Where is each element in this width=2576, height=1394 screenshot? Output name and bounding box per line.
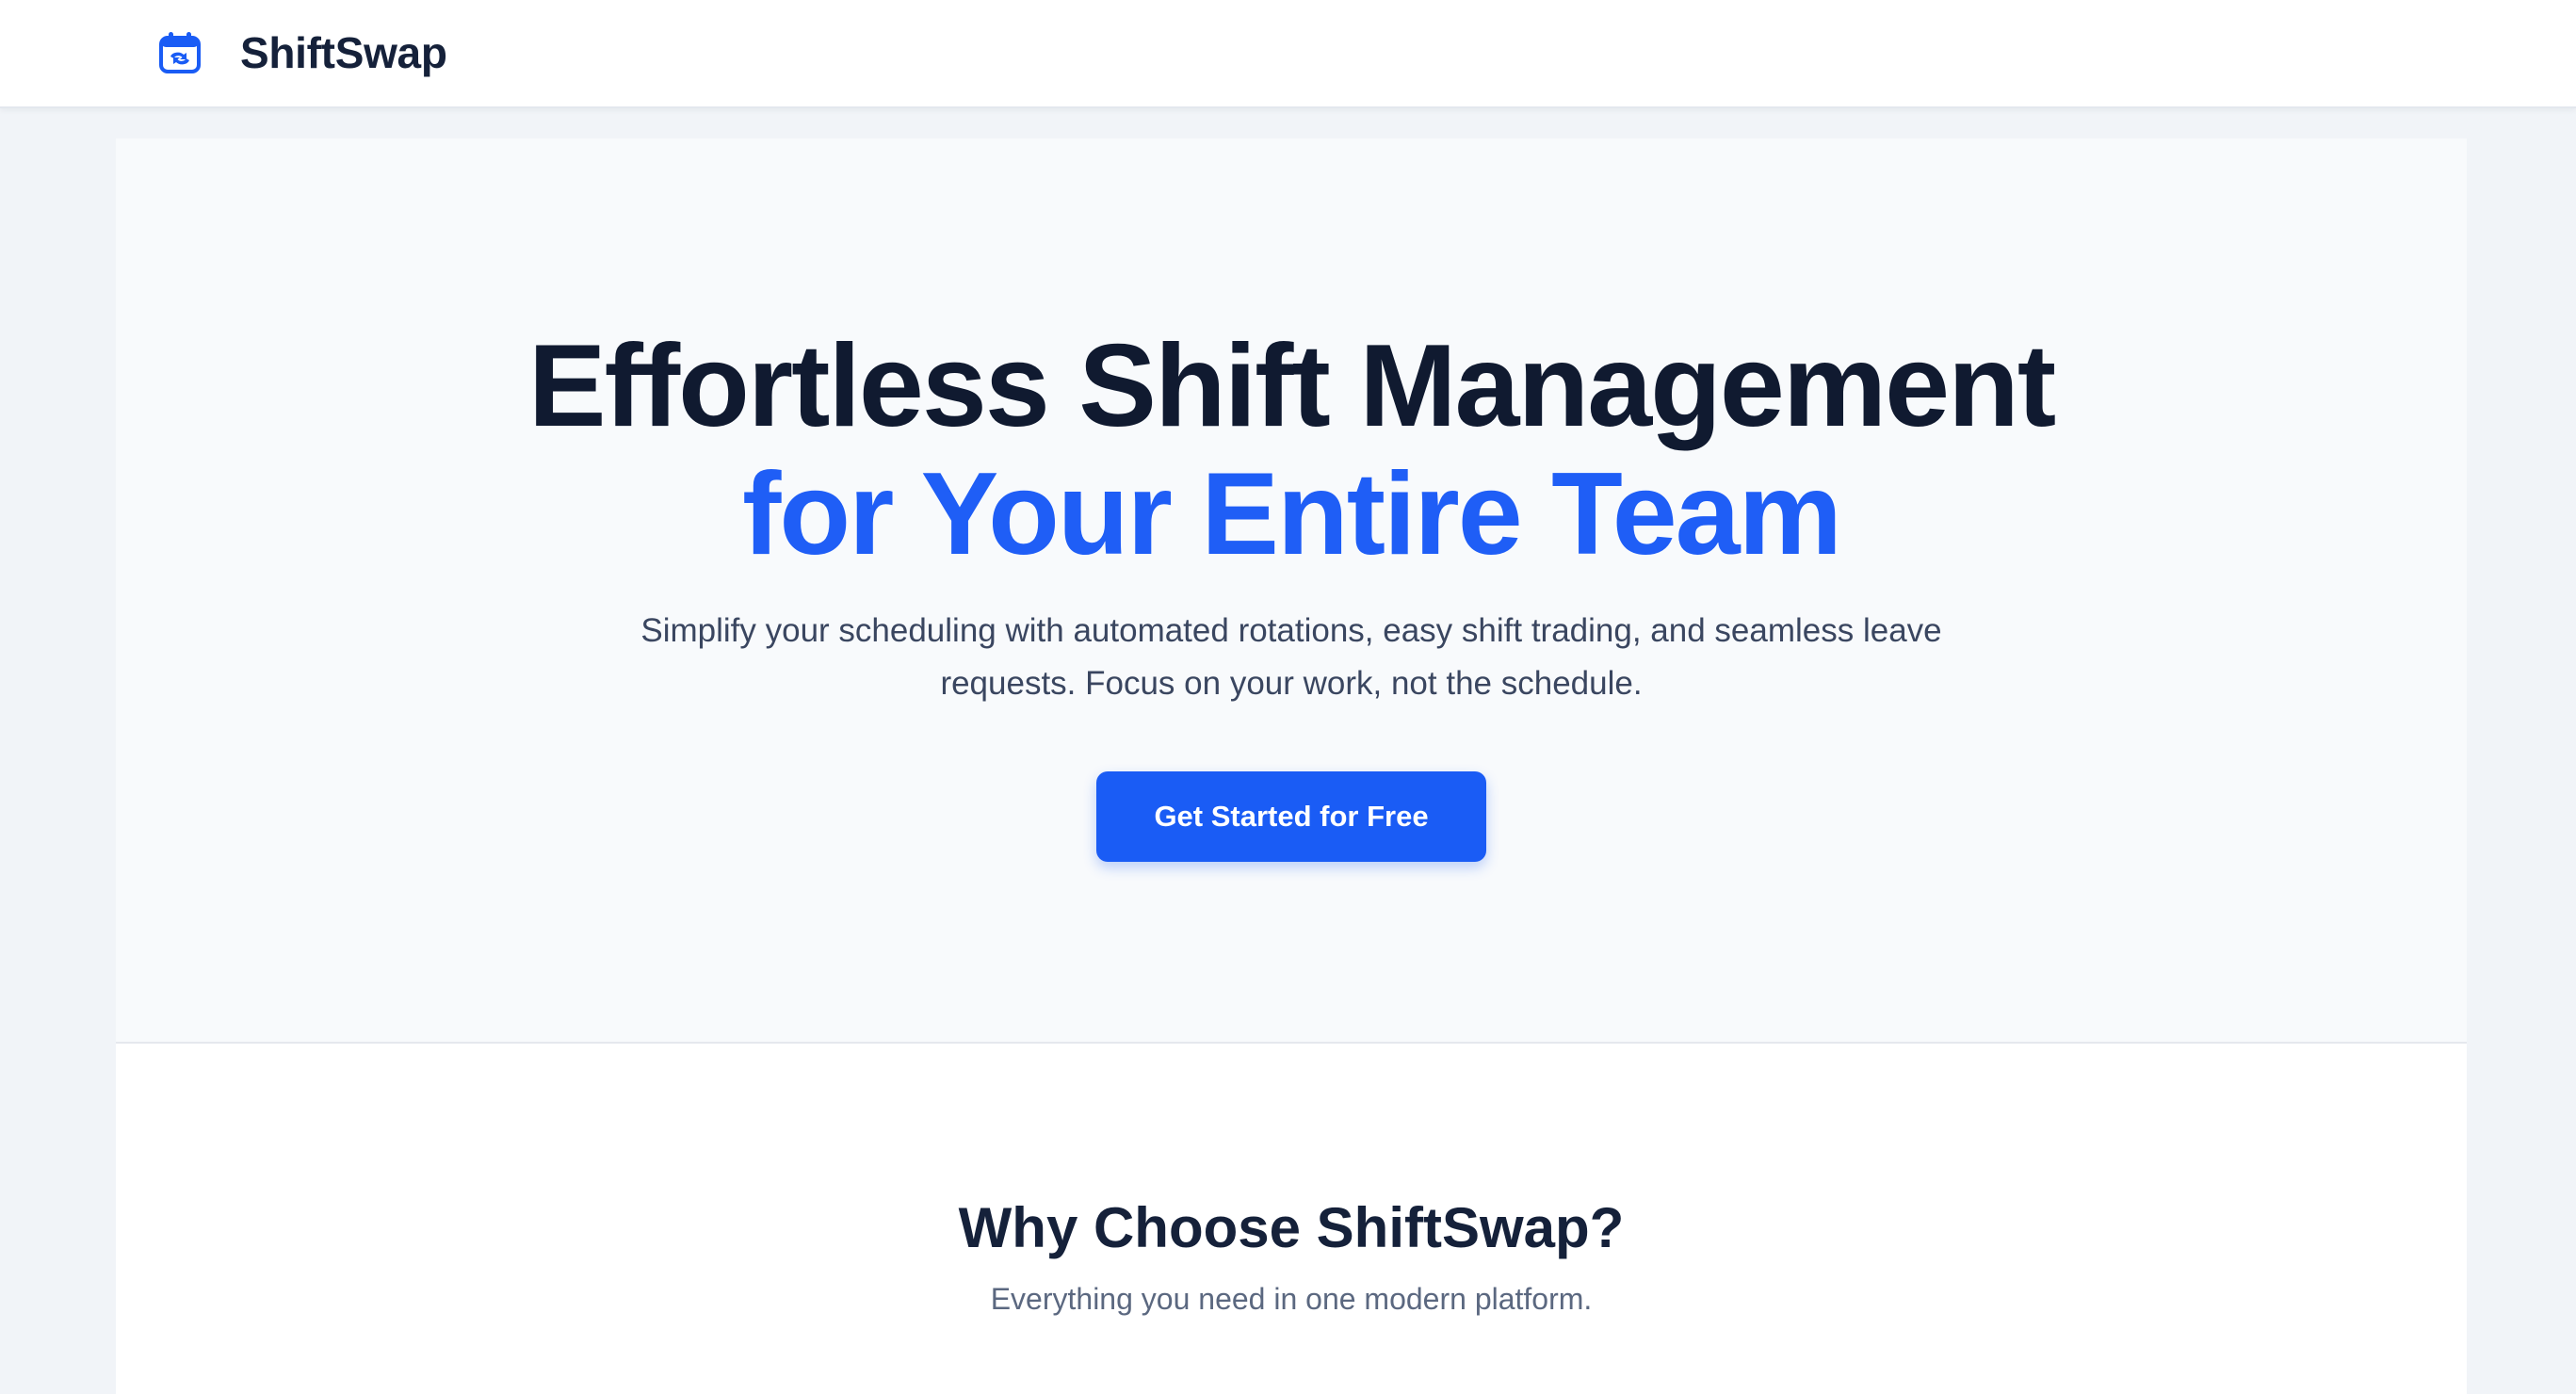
hero-subtitle: Simplify your scheduling with automated … — [640, 612, 1942, 702]
features-title: Why Choose ShiftSwap? — [958, 1196, 1625, 1259]
brand-name: ShiftSwap — [240, 28, 447, 77]
calendar-swap-icon — [157, 30, 203, 75]
hero-title: Effortless Shift Management for Your Ent… — [116, 322, 2467, 578]
hero-title-line1: Effortless Shift Management — [527, 321, 2056, 451]
hero-section: Effortless Shift Management for Your Ent… — [116, 138, 2467, 1044]
features-subtitle: Everything you need in one modern platfo… — [990, 1282, 1593, 1316]
top-navbar: ShiftSwap — [0, 0, 2576, 108]
main-content: Effortless Shift Management for Your Ent… — [116, 138, 2467, 1394]
hero-title-line2: for Your Entire Team — [742, 449, 1842, 579]
get-started-button[interactable]: Get Started for Free — [1096, 771, 1486, 862]
brand-logo[interactable]: ShiftSwap — [157, 27, 447, 78]
